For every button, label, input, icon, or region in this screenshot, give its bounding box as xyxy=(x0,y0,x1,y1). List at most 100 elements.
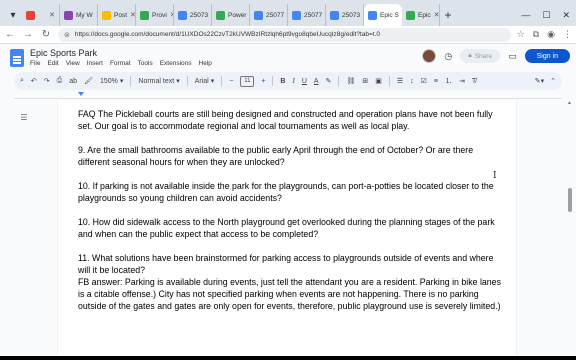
tab-active[interactable]: Epic S✕ xyxy=(364,4,402,26)
document-title[interactable]: Epic Sports Park xyxy=(30,48,97,58)
close-window-icon[interactable]: ✕ xyxy=(562,10,570,21)
maximize-icon[interactable]: ☐ xyxy=(542,10,550,21)
vertical-scrollbar[interactable]: ▲ xyxy=(565,100,575,356)
text-cursor-icon: I xyxy=(493,171,497,181)
faq-label: FAQ xyxy=(78,109,96,119)
tab-2[interactable]: My W✕ xyxy=(60,4,98,26)
menu-file[interactable]: File xyxy=(30,60,40,67)
comments-icon[interactable]: ▭ xyxy=(508,51,517,62)
share-button[interactable]: 🔒︎ Share xyxy=(460,49,501,63)
tab-4[interactable]: Provi✕ xyxy=(136,4,174,26)
style-select[interactable]: Normal text ▾ xyxy=(138,77,180,86)
close-icon[interactable]: ✕ xyxy=(434,11,439,19)
paint-format-icon[interactable]: 🖌︎ xyxy=(84,77,93,85)
indent-marker-icon[interactable] xyxy=(78,92,84,96)
extensions-icon[interactable]: ⧉ xyxy=(533,29,539,40)
tab-favicon xyxy=(64,10,73,20)
collapse-toolbar-icon[interactable]: ⌃ xyxy=(550,77,556,85)
align-icon[interactable]: ☰ xyxy=(397,77,403,85)
scrollbar-thumb[interactable] xyxy=(568,188,572,212)
paragraph-question-10b: 10. How did sidewalk access to the North… xyxy=(78,217,495,239)
back-icon[interactable]: ← xyxy=(4,29,16,40)
docs-header: Epic Sports Park File Edit View Insert F… xyxy=(0,44,576,72)
scroll-up-icon[interactable]: ▲ xyxy=(567,100,572,106)
tab-9[interactable]: 25073✕ xyxy=(326,4,364,26)
undo-icon[interactable]: ↶ xyxy=(31,77,37,85)
menu-view[interactable]: View xyxy=(66,60,80,67)
tab-1[interactable]: ✕ xyxy=(22,4,60,26)
editing-mode-icon[interactable]: ✎▾ xyxy=(535,77,544,85)
bookmark-star-icon[interactable]: ☆ xyxy=(517,29,525,40)
font-size-input[interactable]: 11 xyxy=(240,75,255,87)
print-icon[interactable]: ⎙ xyxy=(57,77,63,85)
italic-icon[interactable]: I xyxy=(292,77,294,85)
tab-6[interactable]: Power✕ xyxy=(212,4,250,26)
profile-icon[interactable]: ◉ xyxy=(547,29,555,40)
minimize-icon[interactable]: — xyxy=(521,10,530,20)
tab-label: 25077 xyxy=(304,11,323,19)
clear-format-icon[interactable]: T̸ xyxy=(472,78,476,85)
menu-insert[interactable]: Insert xyxy=(87,60,103,67)
underline-icon[interactable]: U xyxy=(302,78,307,85)
menu-extensions[interactable]: Extensions xyxy=(160,60,192,67)
link-icon[interactable]: ⛓︎ xyxy=(346,77,355,85)
tab-favicon xyxy=(216,10,225,20)
tab-8[interactable]: 25077✕ xyxy=(288,4,326,26)
address-input[interactable]: ⊜ https://docs.google.com/document/d/1UX… xyxy=(58,27,511,42)
menu-tools[interactable]: Tools xyxy=(138,60,153,67)
menu-edit[interactable]: Edit xyxy=(47,60,58,67)
document-body[interactable]: FAQ The Pickleball courts are still bein… xyxy=(78,108,502,324)
toolbar-divider xyxy=(388,76,390,86)
document-page[interactable]: FAQ The Pickleball courts are still bein… xyxy=(58,100,516,356)
toolbar-divider xyxy=(186,76,188,86)
increase-font-icon[interactable]: + xyxy=(261,78,265,85)
comment-history-icon[interactable]: ◷ xyxy=(444,51,452,62)
indent-icon[interactable]: ⇥ xyxy=(459,77,465,85)
ruler[interactable] xyxy=(14,92,562,99)
bullet-list-icon[interactable]: ≡ xyxy=(434,78,438,85)
style-value: Normal text xyxy=(138,77,175,85)
line-spacing-icon[interactable]: ↕ xyxy=(410,78,414,85)
tab-7[interactable]: 25077✕ xyxy=(250,4,288,26)
reload-icon[interactable]: ↻ xyxy=(40,29,52,40)
toolbar-divider xyxy=(130,76,132,86)
redo-icon[interactable]: ↷ xyxy=(44,77,50,85)
lock-icon: 🔒︎ xyxy=(468,52,472,59)
avatar[interactable] xyxy=(422,49,437,63)
tab-search-icon[interactable]: ▾ xyxy=(4,4,22,26)
address-bar-row: ← → ↻ ⊜ https://docs.google.com/document… xyxy=(0,26,576,44)
docs-logo-icon[interactable] xyxy=(10,49,24,67)
comment-icon[interactable]: ⊞ xyxy=(362,77,368,85)
sign-in-button[interactable]: Sign in xyxy=(524,49,570,63)
font-select[interactable]: Arial ▾ xyxy=(195,77,215,86)
menu-format[interactable]: Format xyxy=(110,60,131,67)
decrease-font-icon[interactable]: − xyxy=(229,78,233,85)
tab-label: Provi xyxy=(152,11,167,19)
bold-icon[interactable]: B xyxy=(280,78,285,85)
tab-strip: ▾ ✕ My W✕ Post✕ Provi✕ 25073✕ Power✕ 250… xyxy=(0,0,576,26)
browser-menu-icon[interactable]: ⋮ xyxy=(563,29,572,40)
close-icon[interactable]: ✕ xyxy=(49,11,55,19)
tab-5[interactable]: 25073✕ xyxy=(174,4,212,26)
checklist-icon[interactable]: ☑ xyxy=(421,77,427,85)
tab-3[interactable]: Post ✕ xyxy=(98,4,136,26)
share-label: Share xyxy=(474,52,493,60)
site-info-icon[interactable]: ⊜ xyxy=(64,31,70,39)
chevron-down-icon: ▾ xyxy=(176,78,180,85)
tab-11[interactable]: Epic ✕ xyxy=(402,4,440,26)
menu-help[interactable]: Help xyxy=(199,60,212,67)
search-menus-icon[interactable]: ⌕ xyxy=(20,77,24,85)
outline-icon[interactable]: ☰ xyxy=(14,111,34,123)
zoom-select[interactable]: 150% ▾ xyxy=(100,77,123,86)
close-icon[interactable]: ✕ xyxy=(130,11,135,19)
text-color-icon[interactable]: A xyxy=(314,78,319,85)
paragraph-question-11: 11. What solutions have been brainstorme… xyxy=(78,253,494,275)
new-tab-button[interactable]: + xyxy=(440,4,456,26)
image-icon[interactable]: ▣ xyxy=(375,77,382,85)
spellcheck-icon[interactable]: ab xyxy=(69,78,77,85)
tab-label: Power xyxy=(228,11,247,19)
tab-label: 25077 xyxy=(266,11,285,19)
numbered-list-icon[interactable]: ⒈ xyxy=(445,76,452,86)
highlight-icon[interactable]: ✎ xyxy=(326,77,332,85)
forward-icon[interactable]: → xyxy=(22,29,34,40)
